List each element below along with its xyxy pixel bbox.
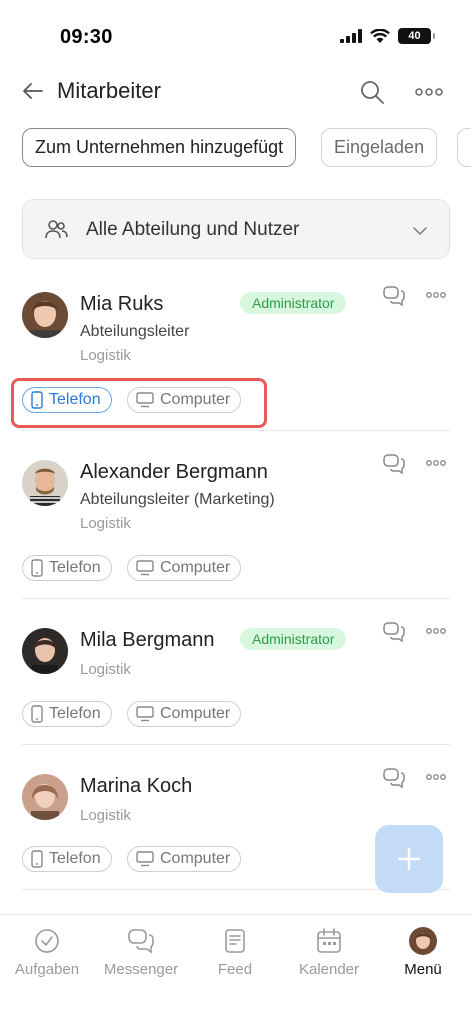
- avatar: [409, 927, 437, 955]
- role-badge: Administrator: [240, 628, 347, 650]
- page-title: Mitarbeiter: [57, 78, 161, 103]
- more-options-icon[interactable]: [425, 456, 447, 470]
- department-select-label: Alle Abteilung und Nutzer: [86, 219, 300, 240]
- computer-icon: [136, 560, 154, 576]
- divider: [22, 744, 450, 745]
- tab-label: Feed: [217, 961, 253, 978]
- employee-department: Logistik: [80, 515, 131, 532]
- divider: [22, 598, 450, 599]
- tab-label: Messenger: [103, 961, 179, 978]
- computer-icon: [136, 706, 154, 722]
- device-computer-label: Computer: [160, 559, 231, 576]
- filter-chip-more[interactable]: [457, 128, 471, 167]
- tab-label: Kalender: [298, 961, 360, 978]
- more-options-icon[interactable]: [414, 82, 444, 102]
- tab-label: Aufgaben: [14, 961, 80, 978]
- more-options-icon[interactable]: [425, 770, 447, 784]
- chevron-down-icon: [413, 227, 427, 235]
- users-icon: [45, 220, 68, 239]
- device-phone-label: Telefon: [49, 705, 101, 722]
- avatar: [22, 460, 68, 506]
- role-badge: Administrator: [240, 292, 347, 314]
- phone-icon: [31, 850, 43, 868]
- bottom-tab-bar: Aufgaben Messenger Feed Kalender Menü: [0, 914, 471, 1024]
- chat-icon[interactable]: [383, 285, 405, 307]
- employee-department: Logistik: [80, 347, 131, 364]
- chat-icon[interactable]: [383, 767, 405, 789]
- tab-feed[interactable]: Feed: [188, 927, 282, 978]
- tab-menu[interactable]: Menü: [376, 927, 470, 978]
- device-phone-label: Telefon: [49, 850, 101, 867]
- feed-icon: [225, 929, 245, 953]
- employee-position: Abteilungsleiter: [80, 323, 190, 340]
- tab-aufgaben[interactable]: Aufgaben: [0, 927, 94, 978]
- department-select[interactable]: Alle Abteilung und Nutzer: [22, 199, 450, 259]
- filter-chips: Zum Unternehmen hinzugefügt Eingeladen: [0, 128, 471, 170]
- more-options-icon[interactable]: [425, 624, 447, 638]
- back-arrow-icon[interactable]: [20, 78, 46, 104]
- more-options-icon[interactable]: [425, 288, 447, 302]
- avatar: [22, 628, 68, 674]
- search-icon[interactable]: [358, 78, 386, 106]
- employee-name: Mila Bergmann: [80, 629, 215, 651]
- filter-chip-added[interactable]: Zum Unternehmen hinzugefügt: [22, 128, 297, 167]
- tab-messenger[interactable]: Messenger: [94, 927, 188, 978]
- device-phone-label: Telefon: [49, 559, 101, 576]
- chat-icon[interactable]: [383, 453, 405, 475]
- device-computer-button[interactable]: Computer: [127, 846, 242, 872]
- employee-position: Abteilungsleiter (Marketing): [80, 491, 275, 508]
- employee-name: Marina Koch: [80, 775, 193, 797]
- avatar: [22, 292, 68, 338]
- employee-name: Mia Ruks: [80, 293, 164, 315]
- add-button[interactable]: [375, 825, 443, 893]
- status-icons: 40: [340, 28, 435, 44]
- employee-name: Alexander Bergmann: [80, 461, 268, 483]
- battery-icon: 40: [398, 28, 435, 44]
- status-time: 09:30: [60, 26, 113, 48]
- chat-icon[interactable]: [383, 621, 405, 643]
- device-computer-label: Computer: [160, 705, 231, 722]
- check-circle-icon: [35, 929, 59, 953]
- device-computer-label: Computer: [160, 850, 231, 867]
- signal-icon: [340, 29, 362, 43]
- device-computer-button[interactable]: Computer: [127, 701, 242, 727]
- tab-kalender[interactable]: Kalender: [282, 927, 376, 978]
- top-bar: Mitarbeiter: [0, 70, 471, 114]
- avatar: [22, 774, 68, 820]
- plus-icon: [397, 847, 421, 871]
- computer-icon: [136, 851, 154, 867]
- status-bar: 09:30 40: [0, 0, 471, 70]
- phone-icon: [31, 559, 43, 577]
- phone-icon: [31, 705, 43, 723]
- device-phone-button[interactable]: Telefon: [22, 701, 112, 727]
- highlight-frame: [11, 378, 267, 428]
- chat-icon: [128, 929, 154, 954]
- employee-department: Logistik: [80, 807, 131, 824]
- employee-department: Logistik: [80, 661, 131, 678]
- device-computer-button[interactable]: Computer: [127, 555, 242, 581]
- tab-label: Menü: [404, 961, 442, 978]
- device-phone-button[interactable]: Telefon: [22, 555, 112, 581]
- wifi-icon: [370, 28, 390, 43]
- device-phone-button[interactable]: Telefon: [22, 846, 112, 872]
- divider: [22, 430, 450, 431]
- filter-chip-invited[interactable]: Eingeladen: [321, 128, 438, 167]
- calendar-icon: [317, 928, 341, 953]
